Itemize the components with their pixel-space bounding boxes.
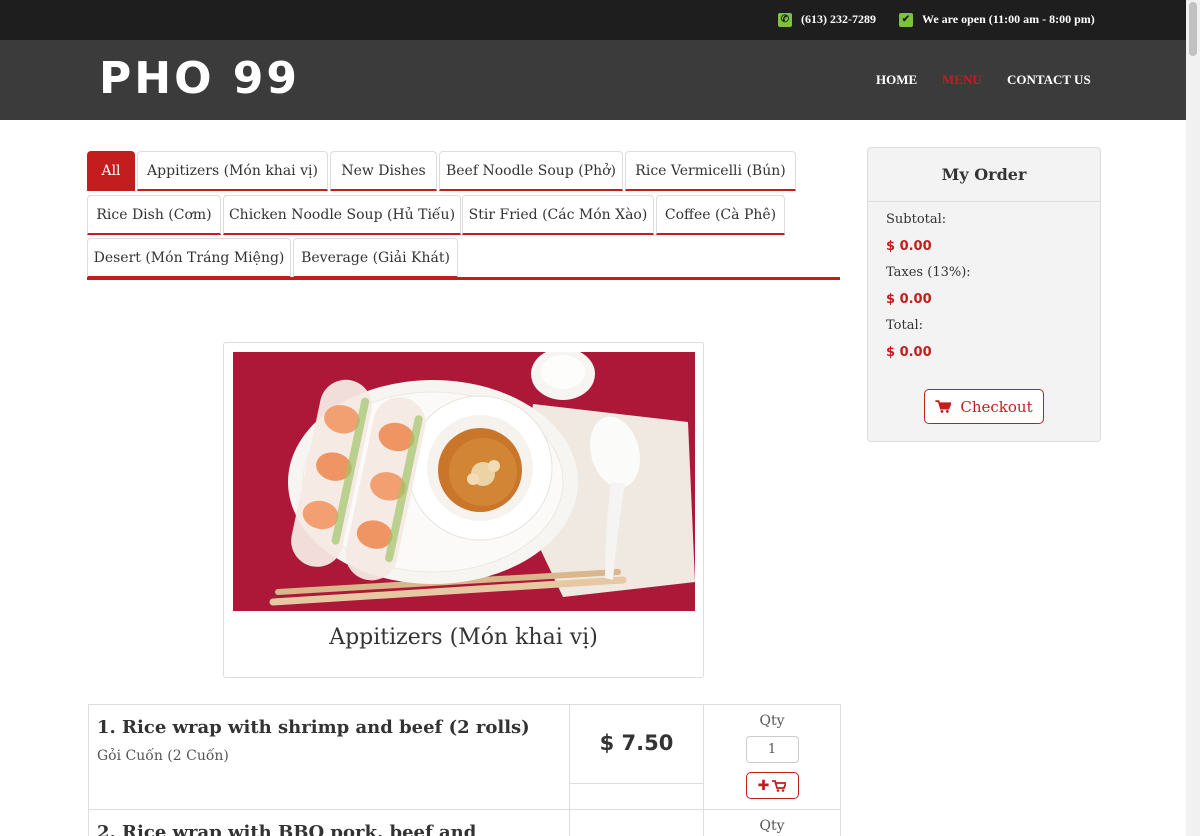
- checkbox-icon: ✔: [899, 12, 913, 27]
- tab-rice-vermicelli[interactable]: Rice Vermicelli (Bún): [625, 151, 796, 191]
- taxes-value: $ 0.00: [886, 292, 932, 307]
- total-label: Total:: [886, 318, 924, 333]
- item-subtitle: Gỏi Cuốn (2 Cuốn): [97, 748, 229, 764]
- item-name-cell: 2. Rice wrap with BBQ pork, beef and chi…: [88, 809, 570, 836]
- category-photo: [233, 352, 695, 611]
- site-logo[interactable]: PHO 99: [99, 54, 300, 104]
- item-qty-cell: Qty: [703, 809, 841, 836]
- menu-items-table: 1. Rice wrap with shrimp and beef (2 rol…: [88, 704, 841, 836]
- qty-label: Qty: [759, 818, 785, 834]
- category-title: Appitizers (Món khai vị): [329, 625, 598, 650]
- checkout-label: Checkout: [960, 397, 1033, 416]
- page-scrollbar[interactable]: [1186, 0, 1200, 836]
- nav-menu[interactable]: MENU: [942, 72, 982, 88]
- item-price-cell: [569, 809, 704, 836]
- tab-chicken-noodle-soup[interactable]: Chicken Noodle Soup (Hủ Tiếu): [223, 195, 461, 235]
- qty-input[interactable]: 1: [745, 736, 799, 763]
- nav-home[interactable]: HOME: [876, 72, 917, 88]
- tab-appitizers[interactable]: Appitizers (Món khai vị): [137, 151, 328, 191]
- subtotal-value: $ 0.00: [886, 239, 932, 254]
- tab-coffee[interactable]: Coffee (Cà Phê): [656, 195, 785, 235]
- hours-text: We are open (11:00 am - 8:00 pm): [922, 12, 1095, 26]
- plus-icon: ✚: [757, 777, 770, 794]
- item-price: $ 7.50: [599, 731, 674, 755]
- tab-beef-noodle-soup[interactable]: Beef Noodle Soup (Phở): [439, 151, 623, 191]
- item-name-cell: 1. Rice wrap with shrimp and beef (2 rol…: [88, 704, 570, 810]
- nav-contact-us[interactable]: CONTACT US: [1007, 72, 1091, 88]
- tab-all[interactable]: All: [87, 151, 135, 191]
- cart-icon: [772, 779, 787, 792]
- tab-rice-dish[interactable]: Rice Dish (Cơm): [87, 195, 221, 235]
- item-qty-cell: Qty 1 ✚: [703, 704, 841, 810]
- phone-number: (613) 232-7289: [801, 12, 876, 26]
- my-order-panel: My Order Subtotal: $ 0.00 Taxes (13%): $…: [867, 147, 1101, 442]
- order-title: My Order: [868, 148, 1100, 202]
- phone-info[interactable]: ✆ (613) 232-7289: [778, 12, 876, 27]
- cart-icon: [935, 400, 952, 413]
- site-header: PHO 99 HOME MENU CONTACT US: [0, 40, 1200, 120]
- add-to-cart-button[interactable]: ✚: [745, 772, 799, 799]
- item-price-cell: $ 7.50: [569, 704, 704, 810]
- phone-icon: ✆: [778, 12, 792, 27]
- taxes-label: Taxes (13%):: [886, 265, 971, 280]
- tab-beverage[interactable]: Beverage (Giải Khát): [293, 238, 458, 278]
- tab-stir-fried[interactable]: Stir Fried (Các Món Xào): [462, 195, 654, 235]
- category-card[interactable]: Appitizers (Món khai vị): [223, 342, 704, 678]
- scrollbar-thumb[interactable]: [1189, 2, 1197, 56]
- item-title: 1. Rice wrap with shrimp and beef (2 rol…: [97, 717, 530, 738]
- price-cell-divider: [570, 783, 703, 809]
- tab-new-dishes[interactable]: New Dishes: [330, 151, 437, 191]
- opening-hours: ✔ We are open (11:00 am - 8:00 pm): [899, 12, 1095, 27]
- table-row: 1. Rice wrap with shrimp and beef (2 rol…: [88, 704, 841, 810]
- total-value: $ 0.00: [886, 345, 932, 360]
- tabs-underline: [87, 277, 840, 280]
- qty-label: Qty: [759, 713, 785, 729]
- subtotal-label: Subtotal:: [886, 212, 947, 227]
- table-row: 2. Rice wrap with BBQ pork, beef and chi…: [88, 809, 841, 836]
- top-info-bar: ✆ (613) 232-7289 ✔ We are open (11:00 am…: [0, 0, 1200, 40]
- spring-rolls-photo: [233, 352, 695, 611]
- checkout-button[interactable]: Checkout: [924, 389, 1044, 424]
- item-title: 2. Rice wrap with BBQ pork, beef and chi…: [97, 822, 477, 836]
- tab-desert[interactable]: Desert (Món Tráng Miệng): [87, 238, 291, 278]
